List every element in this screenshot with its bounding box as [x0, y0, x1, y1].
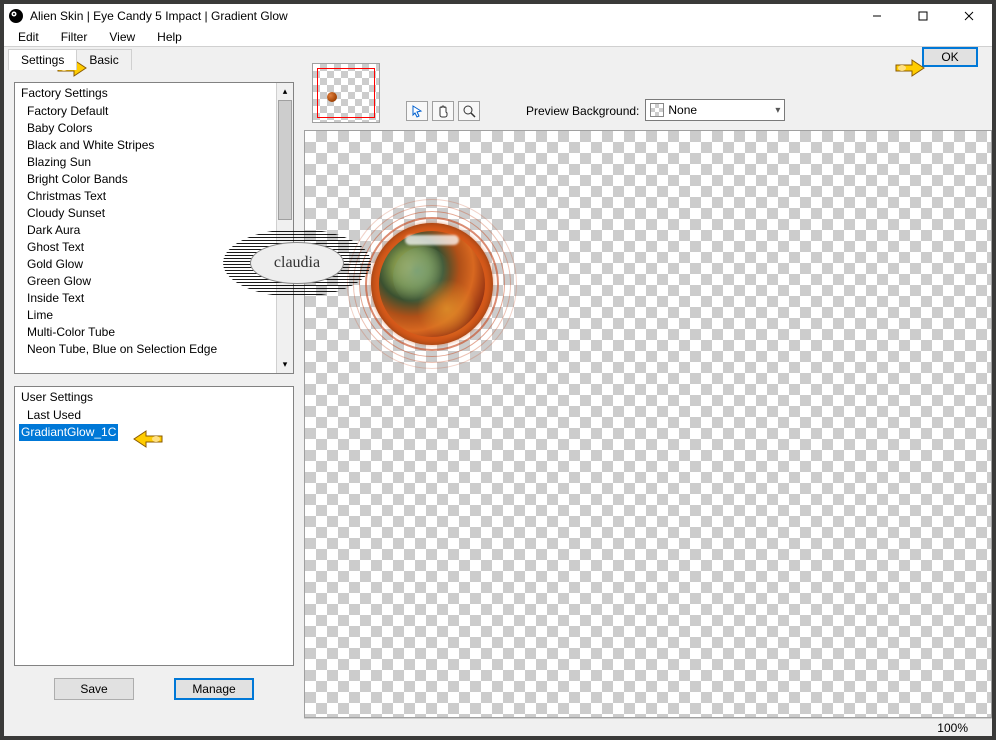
zoom-level: 100% [937, 721, 968, 735]
left-panel: Factory Settings Factory DefaultBaby Col… [4, 70, 304, 736]
menu-edit[interactable]: Edit [8, 29, 49, 45]
list-item[interactable]: Dark Aura [15, 222, 276, 239]
chevron-down-icon: ▾ [775, 105, 780, 116]
list-item[interactable]: Factory Default [15, 103, 276, 120]
close-button[interactable] [946, 4, 992, 28]
menu-filter[interactable]: Filter [51, 29, 98, 45]
factory-settings-list[interactable]: Factory Settings Factory DefaultBaby Col… [14, 82, 294, 374]
user-settings-header: User Settings [15, 387, 293, 407]
list-item[interactable]: Last Used [15, 407, 87, 424]
list-item[interactable]: Lime [15, 307, 276, 324]
list-item[interactable]: Neon Tube, Blue on Selection Edge [15, 341, 276, 358]
list-item[interactable]: Baby Colors [15, 120, 276, 137]
hand-tool-icon[interactable] [432, 101, 454, 121]
menu-view[interactable]: View [99, 29, 145, 45]
minimize-button[interactable] [854, 4, 900, 28]
pointer-tool-icon[interactable] [406, 101, 428, 121]
menu-help[interactable]: Help [147, 29, 192, 45]
list-item[interactable]: Black and White Stripes [15, 137, 276, 154]
titlebar: Alien Skin | Eye Candy 5 Impact | Gradie… [4, 4, 992, 28]
window-title: Alien Skin | Eye Candy 5 Impact | Gradie… [30, 9, 288, 23]
scroll-down-icon[interactable]: ▾ [277, 356, 293, 373]
scroll-thumb[interactable] [278, 100, 292, 220]
app-icon [8, 8, 24, 24]
list-item[interactable]: GradiantGlow_1C [19, 424, 118, 441]
list-item[interactable]: Blazing Sun [15, 154, 276, 171]
list-item[interactable]: Bright Color Bands [15, 171, 276, 188]
navigator-strip: Preview Background: None ▾ [304, 70, 992, 130]
tab-basic[interactable]: Basic [76, 49, 131, 70]
right-panel: Preview Background: None ▾ [304, 70, 992, 736]
preview-background-select[interactable]: None ▾ [645, 99, 785, 121]
list-item[interactable]: Green Glow [15, 273, 276, 290]
statusbar: 100% [304, 718, 992, 736]
tab-settings[interactable]: Settings [8, 49, 77, 70]
list-item[interactable]: Cloudy Sunset [15, 205, 276, 222]
user-settings-list[interactable]: User Settings Last UsedGradiantGlow_1C [14, 386, 294, 666]
list-item[interactable]: Inside Text [15, 290, 276, 307]
list-item[interactable]: Christmas Text [15, 188, 276, 205]
preview-background-label: Preview Background: [526, 104, 639, 118]
scroll-up-icon[interactable]: ▴ [277, 83, 293, 100]
scrollbar[interactable]: ▴ ▾ [276, 83, 293, 373]
preview-canvas[interactable] [304, 130, 992, 718]
ok-button[interactable]: OK [922, 47, 978, 67]
menubar: Edit Filter View Help [4, 28, 992, 46]
list-item[interactable]: Ghost Text [15, 239, 276, 256]
save-button[interactable]: Save [54, 678, 134, 700]
factory-settings-header: Factory Settings [15, 83, 276, 103]
transparency-swatch-icon [650, 103, 664, 117]
navigator-thumbnail[interactable] [312, 63, 380, 123]
preview-background-value: None [668, 103, 697, 117]
list-item[interactable]: Gold Glow [15, 256, 276, 273]
list-item[interactable]: Multi-Color Tube [15, 324, 276, 341]
manage-button[interactable]: Manage [174, 678, 254, 700]
zoom-tool-icon[interactable] [458, 101, 480, 121]
maximize-button[interactable] [900, 4, 946, 28]
preview-content [347, 199, 517, 369]
tabrow: Settings Basic OK Cancel [4, 46, 992, 70]
